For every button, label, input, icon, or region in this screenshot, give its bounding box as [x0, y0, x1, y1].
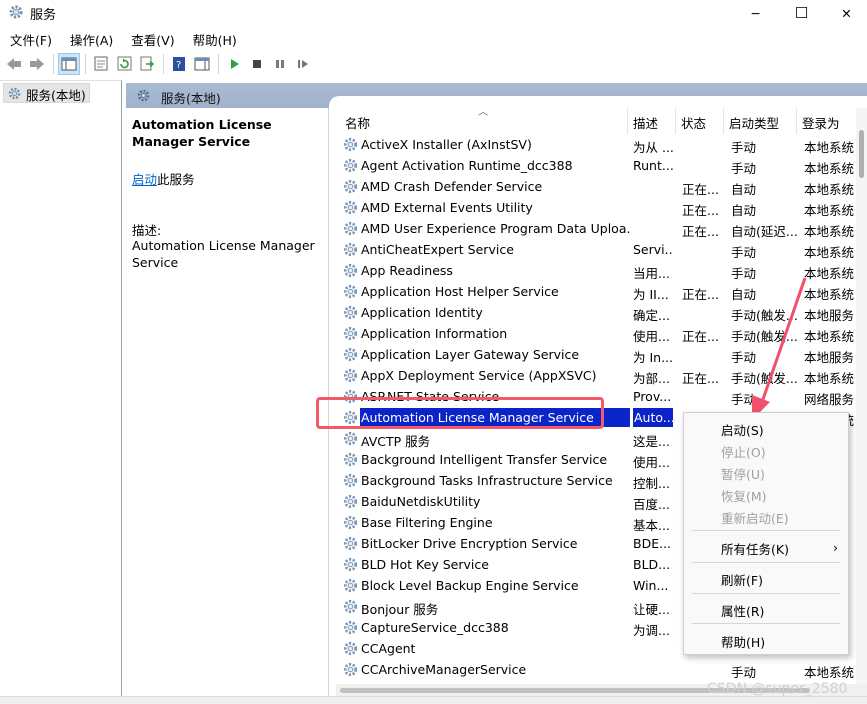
- ctx-help[interactable]: 帮助(H): [684, 629, 848, 651]
- context-menu: 启动(S) 停止(O) 暂停(U) 恢复(M) 重新启动(E) 所有任务(K) ›…: [683, 412, 849, 655]
- ctx-resume[interactable]: 恢复(M): [684, 483, 848, 505]
- ctx-all-tasks[interactable]: 所有任务(K) ›: [684, 536, 848, 558]
- ctx-refresh[interactable]: 刷新(F): [684, 567, 848, 589]
- ctx-stop[interactable]: 停止(O): [684, 439, 848, 461]
- ctx-restart[interactable]: 重新启动(E): [684, 505, 848, 527]
- ctx-properties[interactable]: 属性(R): [684, 598, 848, 620]
- submenu-arrow-icon: ›: [833, 540, 838, 555]
- ctx-separator: [692, 623, 840, 624]
- ctx-all-tasks-label: 所有任务(K): [721, 542, 789, 557]
- ctx-separator: [692, 562, 840, 563]
- watermark: CSDN @super_2580: [707, 681, 848, 697]
- ctx-pause[interactable]: 暂停(U): [684, 461, 848, 483]
- ctx-separator: [692, 530, 840, 531]
- ctx-start[interactable]: 启动(S): [684, 417, 848, 439]
- ctx-separator: [692, 593, 840, 594]
